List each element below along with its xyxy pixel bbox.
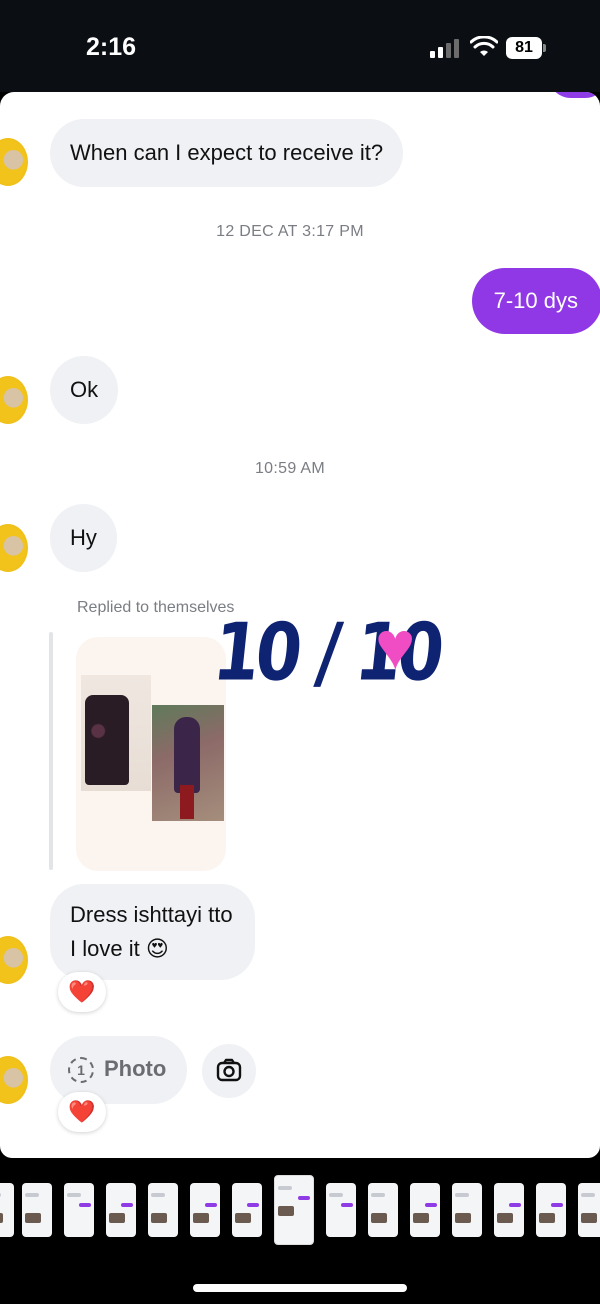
avatar[interactable] xyxy=(0,524,28,572)
screenshot-thumbnail[interactable] xyxy=(106,1183,136,1237)
screenshot-thumbnail[interactable] xyxy=(0,1183,14,1237)
screenshot-thumbnail[interactable] xyxy=(148,1183,178,1237)
heart-reaction-icon[interactable]: ❤️ xyxy=(58,972,106,1012)
screenshot-thumbnail[interactable] xyxy=(410,1183,440,1237)
battery-tip xyxy=(543,44,546,52)
screenshot-thumbnail[interactable] xyxy=(494,1183,524,1237)
home-indicator[interactable] xyxy=(193,1284,407,1292)
photo-label: Photo xyxy=(104,1056,167,1081)
message-line: I love it 😍 xyxy=(70,932,233,966)
status-bar: 2:16 81 xyxy=(0,0,600,92)
model-legs xyxy=(180,785,194,819)
story-reply-preview[interactable] xyxy=(76,637,226,871)
screenshot-thumbnail-active[interactable] xyxy=(274,1175,314,1245)
message-bubble-incoming[interactable]: Ok xyxy=(50,356,119,424)
message-bubble-incoming[interactable]: Hy xyxy=(50,504,117,572)
avatar[interactable] xyxy=(0,936,28,984)
avatar[interactable] xyxy=(0,138,28,186)
message-bubble-incoming[interactable]: When can I expect to receive it? xyxy=(50,119,404,187)
camera-button[interactable] xyxy=(202,1044,256,1098)
story-product-photo xyxy=(81,675,151,791)
screenshot-thumbnail[interactable] xyxy=(64,1183,94,1237)
replied-label: Replied to themselves xyxy=(77,599,235,616)
battery-icon: 81 xyxy=(506,37,542,59)
message-text: I love it xyxy=(70,936,140,961)
wifi-icon xyxy=(470,36,498,56)
avatar[interactable] xyxy=(0,1056,28,1104)
chat-thread[interactable]: When can I expect to receive it? 12 DEC … xyxy=(0,92,600,1158)
signal-icon xyxy=(430,38,460,58)
avatar[interactable] xyxy=(0,376,28,424)
timestamp: 12 DEC AT 3:17 PM xyxy=(216,223,364,240)
model-image xyxy=(174,717,200,793)
screenshot-thumbnail[interactable] xyxy=(326,1183,356,1237)
camera-icon xyxy=(216,1058,242,1082)
dress-image xyxy=(85,695,129,785)
screenshot-thumbnail[interactable] xyxy=(22,1183,52,1237)
previous-outgoing-bubble xyxy=(548,92,600,98)
status-time: 2:16 xyxy=(86,33,137,61)
screenshot-thumbnail-strip[interactable] xyxy=(0,1170,600,1246)
heart-sticker-icon: ♥ xyxy=(375,608,416,684)
screenshot-thumbnail[interactable] xyxy=(536,1183,566,1237)
timestamp: 10:59 AM xyxy=(254,460,325,477)
reply-indicator-bar xyxy=(49,632,53,870)
heart-eyes-emoji: 😍 xyxy=(145,936,169,961)
screenshot-thumbnail[interactable] xyxy=(368,1183,398,1237)
heart-reaction-icon[interactable]: ❤️ xyxy=(58,1092,106,1132)
story-model-photo xyxy=(152,705,224,821)
screenshot-thumbnail[interactable] xyxy=(578,1183,600,1237)
message-bubble-outgoing[interactable]: 7-10 dys xyxy=(471,268,600,334)
photo-count-icon: 1 xyxy=(68,1057,94,1083)
screenshot-thumbnail[interactable] xyxy=(232,1183,262,1237)
message-bubble-incoming[interactable]: Dress ishttayi tto I love it 😍 xyxy=(50,884,255,980)
screenshot-thumbnail[interactable] xyxy=(452,1183,482,1237)
message-line: Dress ishttayi tto xyxy=(70,902,233,927)
screenshot-thumbnail[interactable] xyxy=(190,1183,220,1237)
